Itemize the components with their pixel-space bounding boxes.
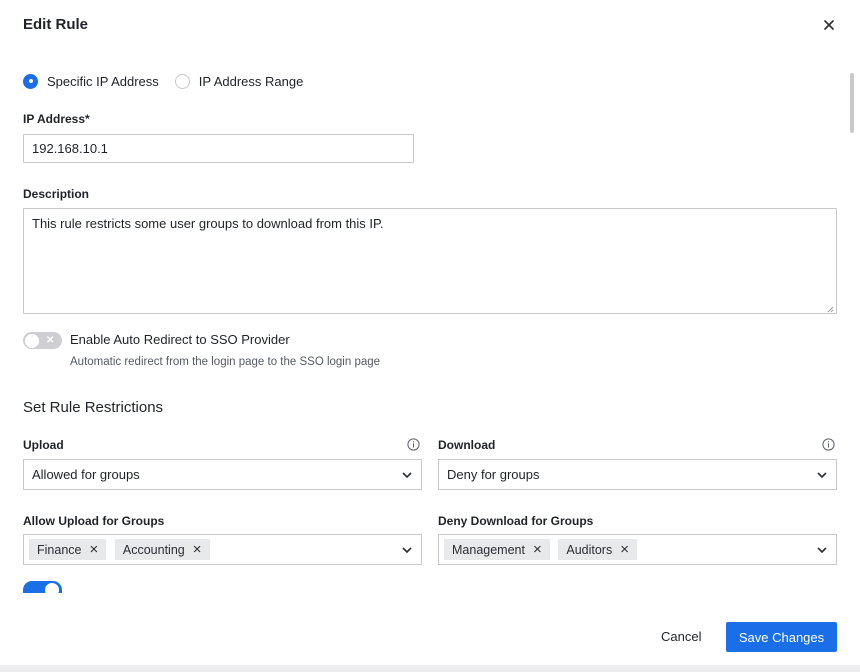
upload-groups-label: Allow Upload for Groups (23, 514, 165, 528)
group-chip-label: Management (452, 542, 525, 557)
section-title: Set Rule Restrictions (23, 399, 164, 416)
chevron-down-icon (817, 546, 827, 553)
group-chip-label: Accounting (122, 542, 185, 557)
edit-rule-dialog: Edit Rule Specific IP Address IP Address… (0, 0, 860, 672)
radio-ip-range-label[interactable]: IP Address Range (199, 74, 304, 89)
toggle-off-icon: ✕ (46, 335, 55, 346)
toggle-knob (45, 583, 59, 593)
download-groups-chips: Management × Auditors × (444, 539, 810, 560)
upload-select[interactable]: Allowed for groups (23, 459, 422, 490)
upload-info-icon[interactable] (407, 438, 420, 451)
group-chip: Management × (444, 539, 550, 560)
group-chip: Finance × (29, 539, 107, 560)
download-select-value: Deny for groups (447, 467, 540, 482)
close-icon (824, 20, 834, 30)
remove-chip-icon[interactable]: × (533, 542, 542, 557)
download-info-icon[interactable] (822, 438, 835, 451)
remove-chip-icon[interactable]: × (89, 542, 98, 557)
upload-select-value: Allowed for groups (32, 467, 140, 482)
remove-chip-icon[interactable]: × (193, 542, 202, 557)
description-label: Description (23, 187, 90, 201)
close-button[interactable] (819, 15, 839, 35)
sso-redirect-toggle[interactable]: ✕ (23, 332, 62, 349)
chevron-down-icon (817, 471, 827, 478)
cancel-button[interactable]: Cancel (661, 629, 701, 644)
group-chip-label: Finance (37, 542, 82, 557)
ip-type-radio-group: Specific IP Address IP Address Range (23, 73, 303, 89)
group-chip-label: Auditors (566, 542, 613, 557)
group-chip: Accounting × (114, 539, 210, 560)
description-textarea[interactable]: This rule restricts some user groups to … (23, 208, 837, 314)
radio-specific-ip[interactable] (23, 73, 38, 89)
scrollbar[interactable] (850, 73, 854, 133)
download-groups-label: Deny Download for Groups (438, 514, 594, 528)
group-chip: Auditors × (558, 539, 637, 560)
partial-toggle[interactable] (23, 581, 62, 593)
upload-groups-multiselect[interactable]: Finance × Accounting × (23, 534, 422, 565)
chevron-down-icon (402, 471, 412, 478)
download-groups-multiselect[interactable]: Management × Auditors × (438, 534, 837, 565)
resize-grip-icon[interactable] (826, 305, 834, 313)
save-changes-button[interactable]: Save Changes (726, 622, 837, 652)
ip-address-input[interactable] (23, 134, 414, 163)
upload-groups-chips: Finance × Accounting × (29, 539, 395, 560)
ip-address-label: IP Address* (23, 112, 90, 126)
download-label: Download (438, 438, 496, 452)
download-select[interactable]: Deny for groups (438, 459, 837, 490)
toggle-knob (25, 333, 39, 348)
remove-chip-icon[interactable]: × (620, 542, 629, 557)
upload-label: Upload (23, 438, 64, 452)
chevron-down-icon (402, 546, 412, 553)
radio-specific-ip-label[interactable]: Specific IP Address (47, 74, 159, 89)
radio-ip-range[interactable] (174, 73, 190, 89)
dialog-title: Edit Rule (23, 16, 89, 33)
bottom-divider (0, 665, 860, 672)
sso-toggle-help: Automatic redirect from the login page t… (70, 356, 381, 368)
sso-toggle-label: Enable Auto Redirect to SSO Provider (70, 332, 290, 347)
